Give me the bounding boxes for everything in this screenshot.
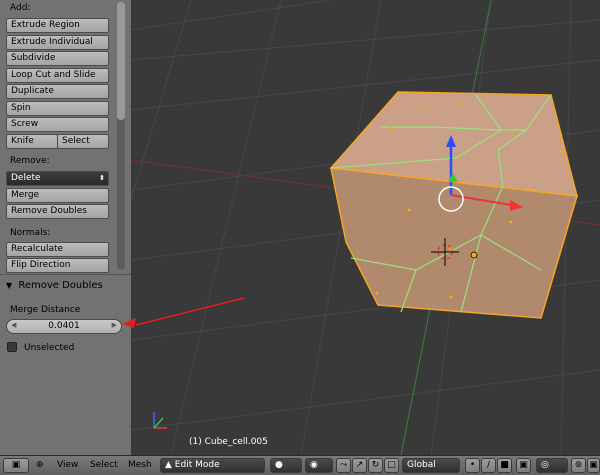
merge-distance-value: 0.0401 bbox=[48, 321, 80, 331]
unselected-checkbox[interactable] bbox=[7, 342, 17, 352]
loop-cut-and-slide-button[interactable]: Loop Cut and Slide bbox=[6, 68, 109, 83]
add-section-label: Add: bbox=[10, 3, 31, 13]
updown-arrows-icon: ⬍ bbox=[99, 174, 105, 182]
3d-viewport[interactable]: (1) Cube_cell.005 bbox=[131, 0, 600, 455]
menu-select[interactable]: Select bbox=[90, 460, 118, 470]
operator-title: Remove Doubles bbox=[18, 280, 103, 291]
pivot-icon: ◉ bbox=[310, 460, 318, 470]
viewport-header: ▣ ⊕ View Select Mesh ▲ Edit Mode ● ◉ ⤳ ↗… bbox=[0, 455, 600, 475]
tool-shelf-scrollbar[interactable] bbox=[117, 2, 125, 270]
menu-view[interactable]: View bbox=[57, 460, 78, 470]
mode-selector[interactable]: ▲ Edit Mode bbox=[160, 458, 265, 473]
menu-mesh[interactable]: Mesh bbox=[128, 460, 152, 470]
snap-element-icon[interactable]: ▣ bbox=[587, 458, 600, 473]
flip-direction-button[interactable]: Flip Direction bbox=[6, 258, 109, 273]
scrollbar-thumb[interactable] bbox=[117, 2, 125, 120]
object-origin-point bbox=[470, 251, 478, 259]
limit-selection-icon[interactable]: ▣ bbox=[516, 458, 531, 473]
edit-mode-icon: ▲ bbox=[165, 460, 172, 470]
tool-shelf: Add: Extrude Region Extrude Individual S… bbox=[0, 0, 131, 455]
spin-button[interactable]: Spin bbox=[6, 101, 109, 116]
mode-label: Edit Mode bbox=[174, 460, 220, 470]
screw-button[interactable]: Screw bbox=[6, 117, 109, 132]
increment-arrow-icon[interactable]: ▶ bbox=[112, 321, 117, 329]
knife-select-button[interactable]: Select bbox=[57, 134, 109, 149]
rotate-icon[interactable]: ↻ bbox=[368, 458, 383, 473]
face-select-icon[interactable]: ■ bbox=[497, 458, 512, 473]
orientation-selector[interactable]: Global bbox=[402, 458, 460, 473]
scale-icon[interactable]: □ bbox=[384, 458, 399, 473]
delete-label: Delete bbox=[11, 173, 41, 183]
extrude-individual-button[interactable]: Extrude Individual bbox=[6, 35, 109, 50]
normals-section-label: Normals: bbox=[10, 228, 51, 238]
operator-panel-header[interactable]: ▼ Remove Doubles bbox=[6, 280, 103, 291]
orientation-label: Global bbox=[407, 460, 436, 470]
merge-distance-label: Merge Distance bbox=[10, 305, 81, 315]
merge-button[interactable]: Merge bbox=[6, 188, 109, 203]
translate-icon[interactable]: ↗ bbox=[352, 458, 367, 473]
remove-doubles-button[interactable]: Remove Doubles bbox=[6, 204, 109, 219]
merge-distance-field[interactable]: ◀ 0.0401 ▶ bbox=[6, 319, 122, 334]
manipulator-toggle-icon[interactable]: ⤳ bbox=[336, 458, 351, 473]
snap-icon[interactable]: ⊛ bbox=[571, 458, 586, 473]
annotation-arrow-line bbox=[135, 297, 245, 326]
editor-type-icon[interactable]: ▣ bbox=[3, 458, 29, 473]
proportional-edit-icon: ◎ bbox=[541, 460, 549, 470]
extrude-region-button[interactable]: Extrude Region bbox=[6, 18, 109, 33]
knife-button[interactable]: Knife bbox=[6, 134, 58, 149]
vertex-select-icon[interactable]: • bbox=[465, 458, 480, 473]
object-name-label: (1) Cube_cell.005 bbox=[189, 437, 268, 447]
proportional-edit-selector[interactable]: ◎ bbox=[536, 458, 568, 473]
shading-selector[interactable]: ● bbox=[270, 458, 302, 473]
solid-shading-icon: ● bbox=[275, 460, 283, 470]
plus-icon[interactable]: ⊕ bbox=[36, 460, 44, 470]
collapse-triangle-icon: ▼ bbox=[6, 281, 13, 290]
delete-menu-button[interactable]: Delete ⬍ bbox=[6, 171, 109, 186]
annotation-arrowhead bbox=[122, 318, 136, 328]
recalculate-button[interactable]: Recalculate bbox=[6, 242, 109, 257]
unselected-label: Unselected bbox=[24, 343, 75, 353]
viewport-scene bbox=[131, 0, 600, 455]
operator-divider bbox=[0, 274, 131, 275]
remove-section-label: Remove: bbox=[10, 156, 50, 166]
subdivide-button[interactable]: Subdivide bbox=[6, 51, 109, 66]
pivot-selector[interactable]: ◉ bbox=[305, 458, 333, 473]
edge-select-icon[interactable]: / bbox=[481, 458, 496, 473]
duplicate-button[interactable]: Duplicate bbox=[6, 84, 109, 99]
